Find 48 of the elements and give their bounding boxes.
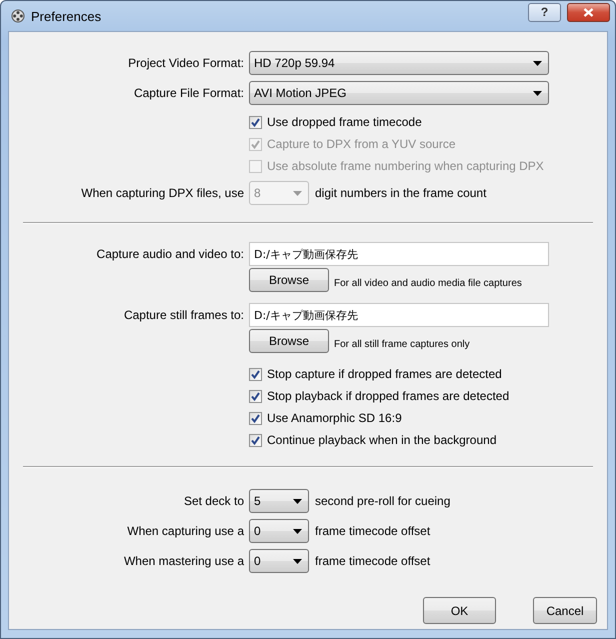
checkbox[interactable] <box>249 434 262 446</box>
hint-text: For all video and audio media file captures <box>334 278 522 288</box>
checkbox[interactable] <box>249 116 262 128</box>
checkbox[interactable] <box>249 390 262 402</box>
help-button[interactable]: ? <box>528 2 561 22</box>
ok-button[interactable]: OK <box>423 597 496 624</box>
field-suffix: digit numbers in the frame count <box>315 186 486 200</box>
caret-icon <box>293 190 302 196</box>
checkbox-label: Use absolute frame numbering when capturing DPX <box>267 159 544 173</box>
field-label: Capture still frames to: <box>122 308 244 322</box>
dropdown[interactable]: 0 <box>249 549 309 573</box>
checkbox-label: Stop playback if dropped frames are detected <box>267 389 510 403</box>
field-label: When capturing DPX files, use <box>80 186 244 200</box>
hint-text: For all still frame captures only <box>334 338 470 350</box>
field-suffix: frame timecode offset <box>315 554 430 568</box>
cancel-button[interactable]: Cancel <box>533 597 597 624</box>
browse-button[interactable]: Browse <box>249 268 329 292</box>
checkbox-label: Capture to DPX from a YUV source <box>267 137 456 151</box>
close-button[interactable] <box>567 2 610 22</box>
caret-icon <box>293 558 302 564</box>
checkbox[interactable] <box>249 368 262 380</box>
field-label: When mastering use a <box>122 554 244 568</box>
close-icon <box>583 8 594 16</box>
caret-icon <box>533 90 542 96</box>
field-suffix: second pre-roll for cueing <box>315 494 450 508</box>
checkbox-label: Use Anamorphic SD 16:9 <box>267 411 402 425</box>
caret-icon <box>533 60 542 66</box>
checkbox-label: Stop capture if dropped frames are detected <box>267 367 502 381</box>
dropdown[interactable]: 5 <box>249 489 309 513</box>
checkbox[interactable] <box>249 412 262 424</box>
window-title: Preferences <box>31 8 102 24</box>
caret-icon <box>293 528 302 534</box>
field-label: When capturing use a <box>126 524 244 538</box>
dropdown[interactable]: AVI Motion JPEG <box>249 81 549 105</box>
path-field[interactable]: D:/キャプ動画保存先 <box>249 303 549 327</box>
field-label: Capture File Format: <box>132 86 244 100</box>
field-suffix: frame timecode offset <box>315 524 430 538</box>
path-field[interactable]: D:/キャプ動画保存先 <box>249 242 549 266</box>
field-label: Capture audio and video to: <box>96 247 244 261</box>
field-label: Set deck to <box>182 494 244 508</box>
browse-button[interactable]: Browse <box>249 329 329 353</box>
caret-icon <box>293 498 302 504</box>
dropdown[interactable]: 0 <box>249 519 309 543</box>
checkbox-label: Continue playback when in the background <box>267 433 496 447</box>
checkbox-label: Use dropped frame timecode <box>267 115 422 129</box>
reel-icon <box>11 9 25 23</box>
field-label: Project Video Format: <box>127 56 244 70</box>
dropdown[interactable]: HD 720p 59.94 <box>249 51 549 75</box>
